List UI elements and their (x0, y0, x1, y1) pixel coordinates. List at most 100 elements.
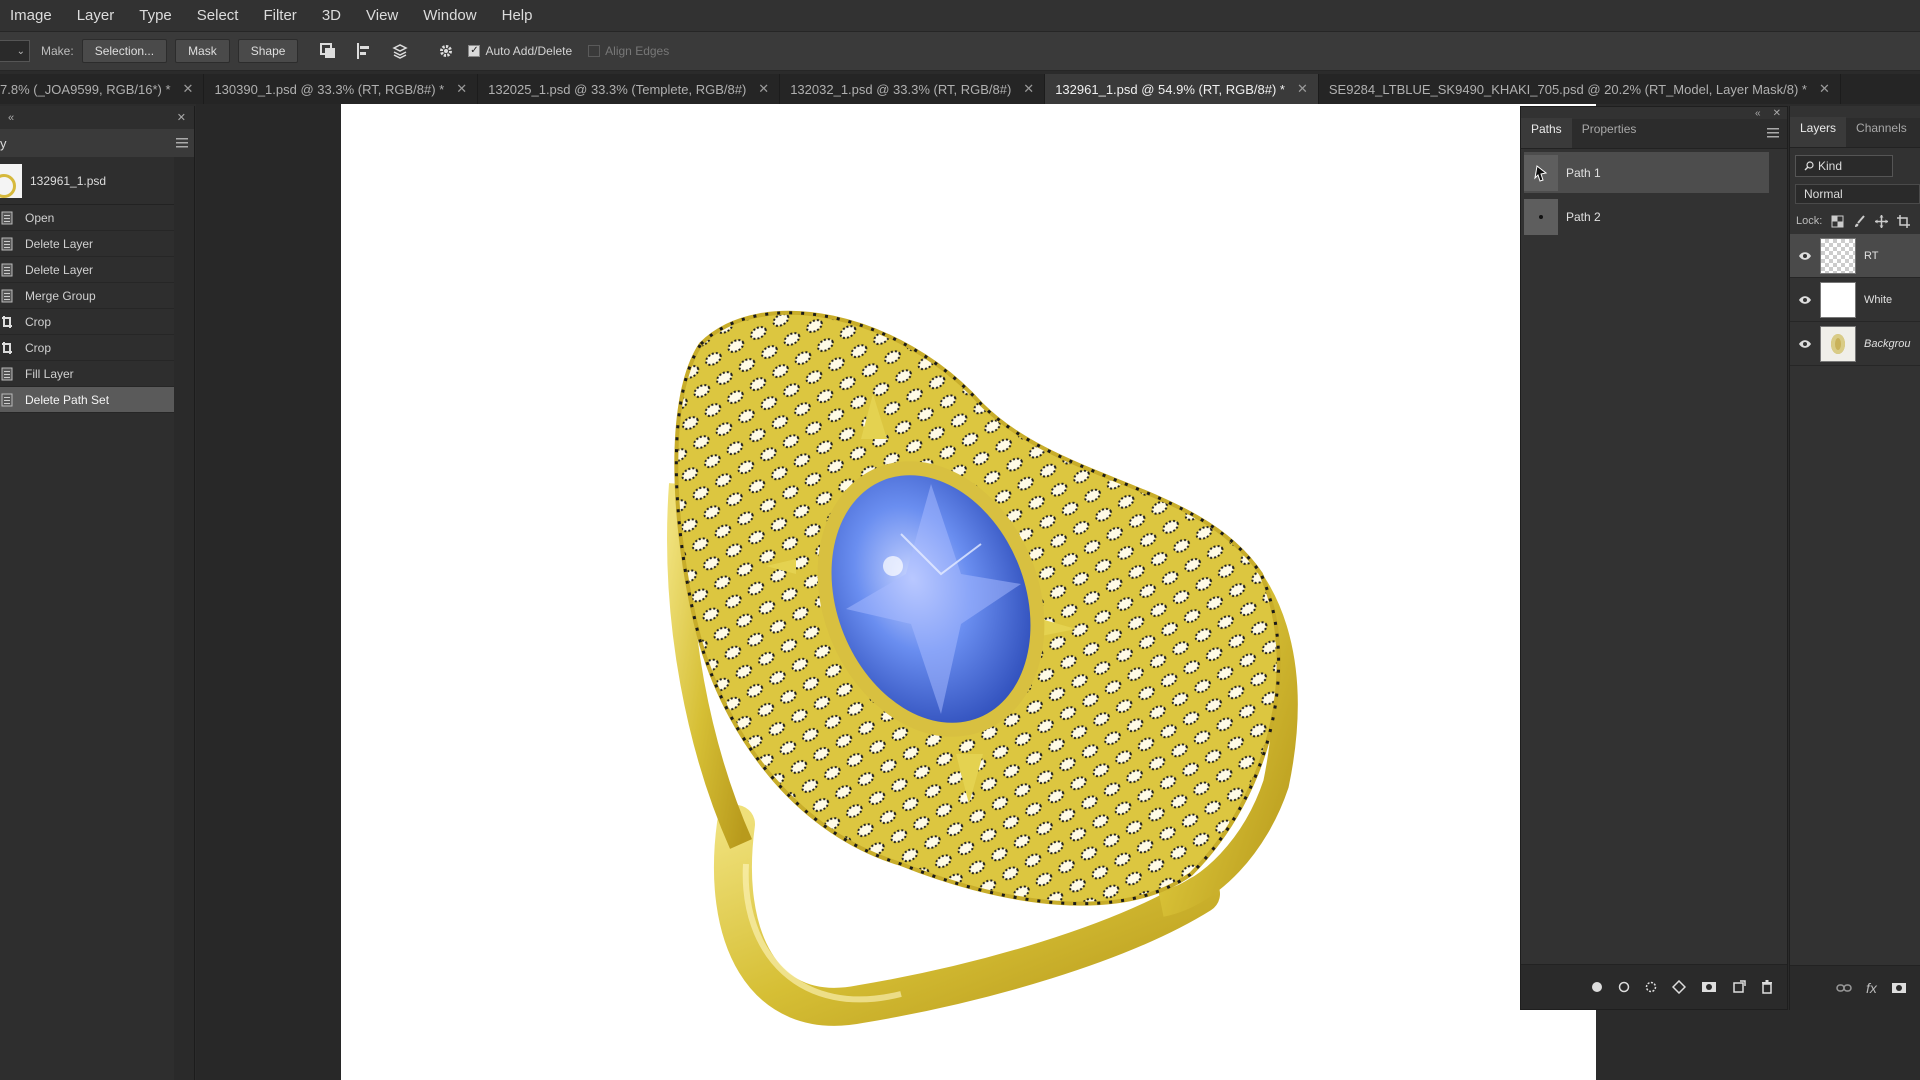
add-mask-icon[interactable] (1701, 981, 1717, 993)
tool-preset-dropdown[interactable]: ⌄ (0, 40, 30, 62)
mask-button[interactable]: Mask (175, 39, 230, 63)
align-edges-checkbox[interactable] (588, 45, 601, 57)
eye-icon[interactable] (1790, 251, 1820, 261)
tab-channels[interactable]: Channels (1846, 117, 1917, 147)
history-item-label: Fill Layer (25, 366, 74, 381)
arrange-layers-icon (392, 44, 409, 59)
layers-panel-tabs: Layers Channels (1790, 117, 1920, 148)
settings-button[interactable] (432, 37, 460, 65)
tab-layers[interactable]: Layers (1790, 117, 1847, 147)
history-panel-tab[interactable]: y (0, 129, 194, 157)
close-icon[interactable]: ✕ (1773, 108, 1781, 119)
trash-icon[interactable] (1761, 980, 1773, 994)
fx-icon[interactable]: fx (1866, 980, 1877, 996)
close-icon[interactable]: ✕ (758, 81, 769, 97)
menu-filter[interactable]: Filter (263, 7, 296, 24)
layer-row[interactable]: White (1790, 278, 1920, 322)
tab-paths[interactable]: Paths (1521, 118, 1572, 148)
make-work-path-icon[interactable] (1672, 980, 1686, 994)
menu-type[interactable]: Type (139, 7, 172, 24)
panel-header: « ✕ (0, 106, 194, 129)
snapshot-name: 132961_1.psd (30, 173, 107, 188)
history-item[interactable]: Open (0, 205, 174, 231)
menu-layer[interactable]: Layer (77, 7, 115, 24)
history-item[interactable]: Fill Layer (0, 361, 174, 387)
document-tab[interactable]: 132025_1.psd @ 33.3% (Templete, RGB/8#) ✕ (478, 74, 781, 104)
path-alignment-button[interactable] (350, 37, 378, 65)
panel-menu-icon[interactable] (176, 138, 188, 148)
path-item[interactable]: Path 2 (1524, 196, 1769, 237)
close-icon[interactable]: ✕ (1023, 81, 1034, 97)
document-tab[interactable]: 7.8% (_JOA9599, RGB/16*) * ✕ (0, 74, 205, 104)
menu-help[interactable]: Help (502, 7, 533, 24)
document-tab-active[interactable]: 132961_1.psd @ 54.9% (RT, RGB/8#) * ✕ (1045, 74, 1319, 104)
history-item-selected[interactable]: Delete Path Set (0, 387, 174, 413)
path-thumbnail (1524, 154, 1558, 191)
history-scrollbar[interactable] (174, 157, 194, 1080)
layer-row-selected[interactable]: RT (1790, 234, 1920, 278)
document-canvas[interactable] (341, 104, 1596, 1080)
history-snapshot[interactable]: 132961_1.psd (0, 157, 174, 205)
path-arrangement-button[interactable] (386, 37, 414, 65)
lock-transparency-icon[interactable] (1831, 215, 1844, 228)
path-name: Path 1 (1566, 165, 1601, 180)
lock-brush-icon[interactable] (1853, 214, 1866, 228)
close-icon[interactable]: ✕ (456, 81, 467, 97)
lock-row: Lock: (1790, 208, 1920, 234)
layers-panel-footer: fx (1790, 965, 1920, 1010)
document-tab[interactable]: 130390_1.psd @ 33.3% (RT, RGB/8#) * ✕ (204, 74, 479, 104)
blend-mode-dropdown[interactable]: Normal (1795, 184, 1920, 204)
history-item[interactable]: Merge Group (0, 283, 174, 309)
add-mask-icon[interactable] (1891, 982, 1907, 994)
close-icon[interactable]: ✕ (1297, 81, 1308, 97)
tab-title: 132025_1.psd @ 33.3% (Templete, RGB/8#) (488, 81, 747, 97)
auto-add-delete-label: Auto Add/Delete (485, 44, 573, 58)
close-icon[interactable]: ✕ (183, 81, 194, 97)
lock-move-icon[interactable] (1875, 214, 1889, 228)
history-item[interactable]: Delete Layer (0, 257, 174, 283)
history-panel: « ✕ y 132961_1.psd Open Delete Layer Del… (0, 106, 195, 1080)
document-tab[interactable]: 132032_1.psd @ 33.3% (RT, RGB/8#) ✕ (780, 74, 1046, 104)
kind-filter-dropdown[interactable]: Kind (1795, 155, 1893, 177)
path-item-selected[interactable]: Path 1 (1524, 152, 1769, 193)
panel-menu-icon[interactable] (1767, 128, 1779, 138)
stroke-path-icon[interactable] (1618, 981, 1630, 993)
document-icon (0, 236, 14, 252)
ring-image (667, 310, 1298, 1026)
history-item[interactable]: Crop (0, 335, 174, 361)
link-layers-icon[interactable] (1836, 983, 1852, 993)
menu-view[interactable]: View (366, 7, 398, 24)
layer-thumbnail (1820, 325, 1856, 362)
selection-button[interactable]: Selection... (81, 39, 168, 63)
history-item-label: Open (25, 210, 55, 225)
menu-select[interactable]: Select (197, 7, 239, 24)
tab-properties[interactable]: Properties (1572, 118, 1647, 148)
history-item-label: Crop (25, 314, 52, 329)
menu-3d[interactable]: 3D (322, 7, 341, 24)
auto-add-delete-checkbox[interactable]: ✓ (468, 45, 481, 57)
document-icon (0, 288, 14, 304)
document-tab[interactable]: SE9284_LTBLUE_SK9490_KHAKI_705.psd @ 20.… (1319, 74, 1841, 104)
collapse-icon[interactable]: « (8, 112, 14, 124)
eye-icon[interactable] (1790, 339, 1820, 349)
new-path-icon[interactable] (1732, 980, 1746, 994)
collapse-icon[interactable]: « (1755, 108, 1761, 119)
shape-button[interactable]: Shape (237, 39, 299, 63)
layer-row[interactable]: Backgrou (1790, 322, 1920, 366)
close-icon[interactable]: ✕ (177, 111, 186, 124)
fill-path-icon[interactable] (1591, 981, 1603, 993)
eye-icon[interactable] (1790, 295, 1820, 305)
menu-image[interactable]: Image (10, 7, 52, 24)
close-icon[interactable]: ✕ (1819, 81, 1830, 97)
history-item[interactable]: Delete Layer (0, 231, 174, 257)
layer-name: White (1864, 293, 1893, 306)
layer-name: RT (1864, 249, 1879, 262)
path-operations-button[interactable] (314, 37, 342, 65)
menu-window[interactable]: Window (423, 7, 476, 24)
layer-name: Backgrou (1864, 337, 1911, 350)
load-selection-icon[interactable] (1645, 981, 1657, 993)
align-edges-label: Align Edges (605, 44, 670, 58)
history-item[interactable]: Crop (0, 309, 174, 335)
document-icon (0, 366, 14, 382)
lock-artboard-icon[interactable] (1897, 214, 1911, 228)
